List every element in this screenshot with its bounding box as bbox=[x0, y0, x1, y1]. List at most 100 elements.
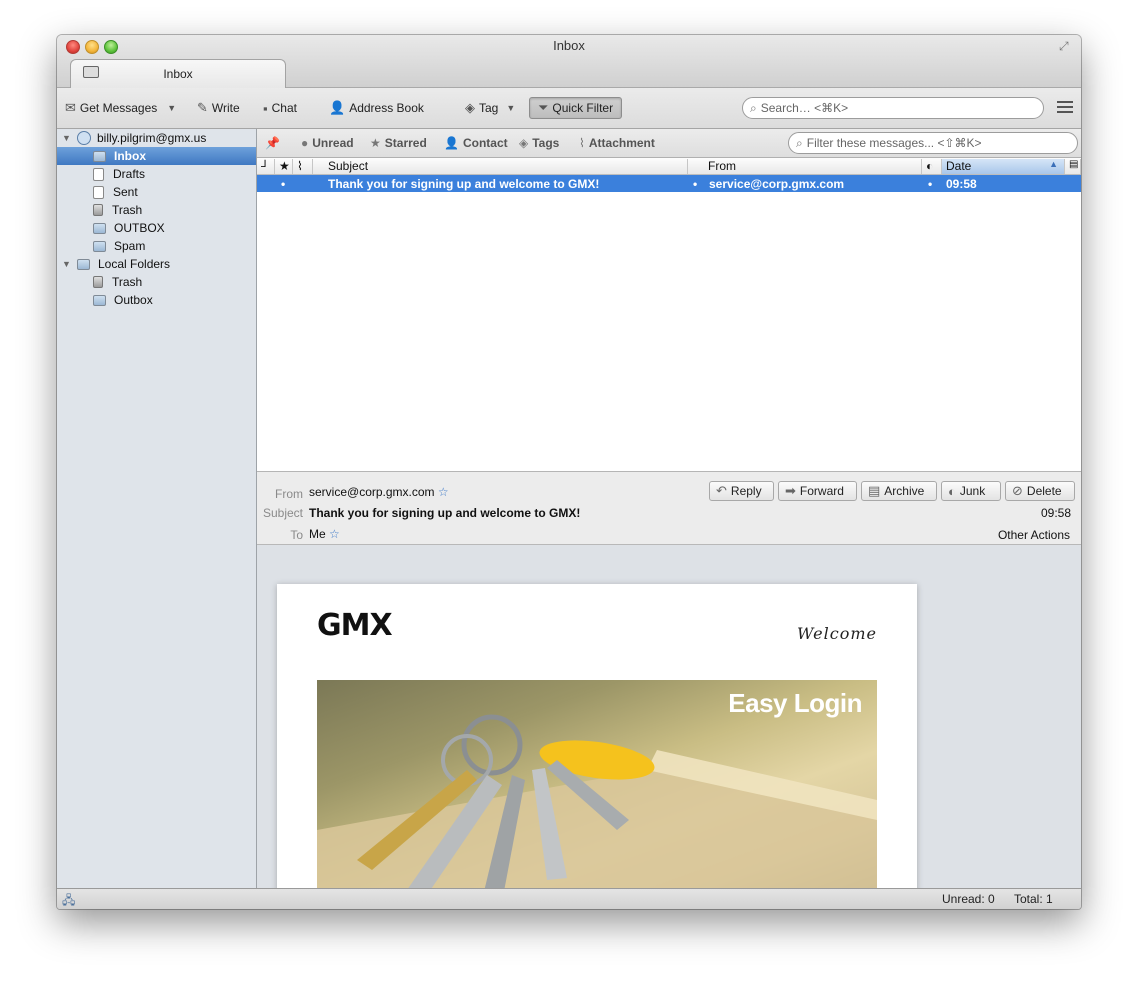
local-folders-label: Local Folders bbox=[98, 257, 171, 271]
paperclip-icon: ⌇ bbox=[579, 136, 585, 150]
forward-label: Forward bbox=[799, 484, 844, 498]
disclosure-triangle-icon[interactable]: ▼ bbox=[62, 259, 71, 269]
archive-label: Archive bbox=[884, 484, 925, 498]
star-icon: ★ bbox=[370, 136, 381, 150]
delete-label: Delete bbox=[1026, 484, 1062, 498]
filter-attachment-label: Attachment bbox=[588, 136, 655, 150]
person-icon: 👤 bbox=[329, 100, 346, 115]
filter-unread-button[interactable]: ● Unread bbox=[301, 136, 354, 150]
reply-arrow-icon: ↶ bbox=[716, 483, 727, 498]
person-icon: 👤 bbox=[444, 136, 459, 150]
folder-pane: ▼ billy.pilgrim@gmx.us Inbox Drafts Sent… bbox=[57, 129, 257, 889]
folder-label: Trash bbox=[112, 203, 143, 217]
subject-column-header[interactable]: Subject bbox=[313, 159, 688, 174]
outbox-icon bbox=[93, 294, 106, 306]
sidebar-item-sent[interactable]: Sent bbox=[57, 183, 256, 201]
chevron-down-icon[interactable]: ▼ bbox=[167, 103, 176, 113]
sent-icon bbox=[93, 185, 104, 199]
tag-button[interactable]: ◈ Tag ▼ bbox=[465, 98, 515, 118]
hamburger-menu-icon[interactable] bbox=[1057, 101, 1073, 116]
filter-messages-input[interactable]: ⌕ Filter these messages... <⇧⌘K> bbox=[788, 132, 1078, 154]
sidebar-item-drafts[interactable]: Drafts bbox=[57, 165, 256, 183]
drafts-icon bbox=[93, 167, 104, 181]
folder-icon bbox=[93, 240, 106, 252]
fullscreen-icon[interactable]: ⤢ bbox=[1059, 39, 1073, 53]
reply-label: Reply bbox=[730, 484, 762, 498]
star-outline-icon[interactable]: ☆ bbox=[329, 527, 340, 541]
from-label: From bbox=[275, 487, 303, 501]
message-date: 09:58 bbox=[946, 177, 977, 191]
message-area: 📌 ● Unread ★ Starred 👤 Contact ◈ Tags ⌇ Attac… bbox=[257, 129, 1081, 889]
sidebar-item-spam[interactable]: Spam bbox=[57, 237, 256, 255]
table-row[interactable]: • Thank you for signing up and welcome t… bbox=[257, 175, 1081, 192]
search-icon: ⌕ bbox=[750, 100, 757, 115]
chat-button[interactable]: ▪ Chat bbox=[263, 98, 297, 118]
forward-button[interactable]: ➡ Forward bbox=[778, 481, 857, 501]
title-bar: Inbox ⤢ Inbox bbox=[57, 35, 1081, 88]
column-picker-icon[interactable]: ▤ bbox=[1065, 159, 1081, 174]
folder-label: Sent bbox=[113, 185, 138, 199]
message-from: service@corp.gmx.com bbox=[709, 177, 845, 191]
message-body-pane[interactable]: GMX Welcome Easy Login bbox=[257, 545, 1081, 889]
account-row[interactable]: ▼ billy.pilgrim@gmx.us bbox=[57, 129, 256, 147]
star-column-icon[interactable]: ★ bbox=[275, 159, 293, 174]
hero-title: Easy Login bbox=[728, 688, 862, 718]
filter-contact-button[interactable]: 👤 Contact bbox=[444, 136, 508, 150]
disclosure-triangle-icon[interactable]: ▼ bbox=[62, 133, 71, 143]
filter-starred-label: Starred bbox=[384, 136, 427, 150]
email-content: GMX Welcome Easy Login bbox=[277, 584, 917, 889]
address-book-button[interactable]: 👤 Address Book bbox=[329, 98, 424, 118]
message-time: 09:58 bbox=[1040, 506, 1071, 520]
date-column-header[interactable]: Date ▲ bbox=[942, 159, 1065, 174]
sticky-pin-icon[interactable]: 📌 bbox=[265, 136, 280, 150]
online-status-icon[interactable]: 🖧 bbox=[62, 891, 75, 909]
folder-label: Drafts bbox=[113, 167, 146, 181]
easy-login-hero-image: Easy Login bbox=[317, 680, 877, 889]
account-label: billy.pilgrim@gmx.us bbox=[97, 131, 207, 145]
total-count: Total: 1 bbox=[1014, 892, 1053, 906]
junk-button[interactable]: ◐ Junk bbox=[941, 481, 1001, 501]
filter-starred-button[interactable]: ★ Starred bbox=[370, 136, 427, 150]
tab-inbox[interactable]: Inbox bbox=[70, 59, 286, 88]
attachment-column-icon[interactable]: ⌇ bbox=[293, 159, 313, 174]
from-column-header[interactable]: From bbox=[688, 159, 922, 174]
delete-circle-icon: ⊘ bbox=[1012, 483, 1023, 498]
sidebar-item-trash[interactable]: Trash bbox=[57, 201, 256, 219]
account-globe-icon bbox=[77, 131, 91, 145]
archive-box-icon: ▤ bbox=[868, 483, 881, 498]
filter-tags-button[interactable]: ◈ Tags bbox=[519, 136, 559, 150]
other-actions-button[interactable]: Other Actions bbox=[998, 528, 1070, 542]
reply-button[interactable]: ↶ Reply bbox=[709, 481, 774, 501]
filter-contact-label: Contact bbox=[462, 136, 508, 150]
star-outline-icon[interactable]: ☆ bbox=[438, 485, 449, 499]
window-title: Inbox bbox=[553, 38, 585, 53]
quick-filter-button[interactable]: ⏷ Quick Filter bbox=[529, 97, 623, 119]
get-messages-button[interactable]: ✉ Get Messages ▼ bbox=[65, 98, 176, 118]
junk-column-icon[interactable]: ◐ bbox=[922, 159, 942, 174]
folder-label: Outbox bbox=[114, 293, 153, 307]
computer-icon bbox=[77, 258, 90, 270]
delete-button[interactable]: ⊘ Delete bbox=[1005, 481, 1075, 501]
status-bar: 🖧 Unread: 0 Total: 1 bbox=[57, 888, 1081, 909]
tab-label: Inbox bbox=[163, 67, 193, 81]
message-subject: Thank you for signing up and welcome to … bbox=[328, 177, 600, 191]
sidebar-item-local-trash[interactable]: Trash bbox=[57, 273, 256, 291]
tag-icon: ◈ bbox=[519, 136, 529, 150]
local-folders-row[interactable]: ▼ Local Folders bbox=[57, 255, 256, 273]
write-button[interactable]: ✎ Write bbox=[197, 98, 240, 118]
sidebar-item-outbox[interactable]: OUTBOX bbox=[57, 219, 256, 237]
sidebar-item-inbox[interactable]: Inbox bbox=[57, 147, 256, 165]
folder-label: Trash bbox=[112, 275, 143, 289]
sidebar-item-local-outbox[interactable]: Outbox bbox=[57, 291, 256, 309]
to-recipient: Me bbox=[309, 527, 326, 541]
archive-button[interactable]: ▤ Archive bbox=[861, 481, 937, 501]
to-value[interactable]: Me ☆ bbox=[309, 527, 340, 541]
thread-column-icon[interactable]: ⅃ bbox=[257, 159, 275, 174]
search-input[interactable]: ⌕ Search… <⌘K> bbox=[742, 97, 1044, 119]
filter-unread-label: Unread bbox=[312, 136, 354, 150]
address-book-label: Address Book bbox=[349, 101, 424, 115]
from-value[interactable]: service@corp.gmx.com ☆ bbox=[309, 485, 449, 499]
chevron-down-icon: ▼ bbox=[506, 103, 516, 113]
filter-attachment-button[interactable]: ⌇ Attachment bbox=[579, 136, 655, 150]
search-icon: ⌕ bbox=[796, 135, 803, 150]
